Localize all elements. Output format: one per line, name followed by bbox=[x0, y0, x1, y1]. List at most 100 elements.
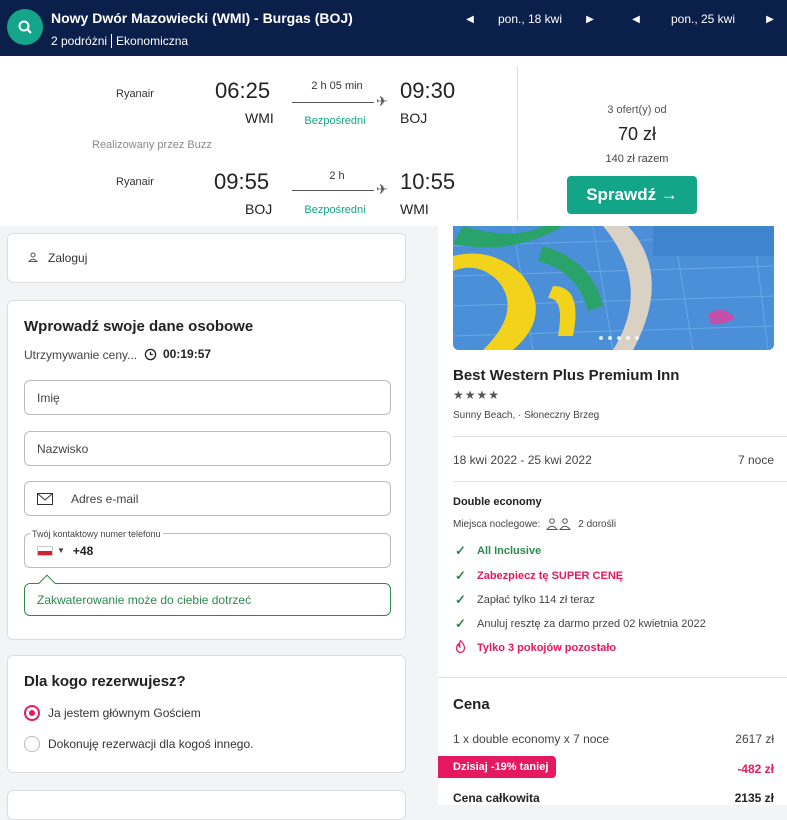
check-icon: ✓ bbox=[455, 616, 466, 631]
sleeping-places: Miejsca noclegowe: 2 dorośli bbox=[453, 518, 616, 530]
arrival-code: BOJ bbox=[400, 110, 428, 126]
price-hold-label: Utrzymywanie ceny... bbox=[24, 348, 138, 362]
route-line bbox=[292, 102, 374, 103]
arrival-code: WMI bbox=[400, 201, 429, 217]
trip-details: 2 podróżni Ekonomiczna bbox=[51, 34, 188, 48]
travellers-count: 2 podróżni bbox=[51, 34, 108, 48]
first-name-field[interactable]: Imię bbox=[24, 380, 391, 415]
direct-label: Bezpośredni bbox=[304, 204, 366, 216]
email-field[interactable]: Adres e-mail bbox=[24, 481, 391, 516]
prev-date-left-icon[interactable]: ◀ bbox=[626, 14, 646, 25]
return-date[interactable]: pon., 25 kwi bbox=[646, 12, 760, 26]
arrival-time: 10:55 bbox=[400, 169, 456, 194]
stay-nights: 7 noce bbox=[737, 453, 774, 467]
radio-main-guest-label[interactable]: Ja jestem głównym Gościem bbox=[48, 706, 201, 720]
operated-by: Realizowany przez Buzz bbox=[92, 139, 212, 151]
radio-other-guest[interactable] bbox=[24, 736, 40, 752]
route-title: Nowy Dwór Mazowiecki (WMI) - Burgas (BOJ… bbox=[51, 10, 353, 26]
inbound-leg: Ryanair 09:55 BOJ 2 h ✈ Bezpośredni 10:5… bbox=[0, 166, 517, 226]
scarcity-notice: Tylko 3 pokojów pozostało bbox=[455, 639, 617, 656]
outbound-date[interactable]: pon., 18 kwi bbox=[480, 12, 580, 26]
prev-date-left-icon[interactable]: ◀ bbox=[460, 14, 480, 25]
login-card[interactable]: Zaloguj bbox=[7, 233, 406, 283]
next-date-right-icon[interactable]: ▶ bbox=[580, 14, 600, 25]
search-header: Nowy Dwór Mazowiecki (WMI) - Burgas (BOJ… bbox=[0, 0, 787, 56]
adults-icon bbox=[546, 518, 572, 530]
direct-label: Bezpośredni bbox=[304, 115, 366, 127]
plane-icon: ✈ bbox=[376, 93, 388, 109]
last-name-field[interactable]: Nazwisko bbox=[24, 431, 391, 466]
hotel-photo[interactable] bbox=[453, 226, 774, 350]
feature-text: Anuluj resztę za darmo przed 02 kwietnia… bbox=[477, 618, 706, 630]
outbound-leg: Ryanair 06:25 WMI 2 h 05 min ✈ Bezpośred… bbox=[0, 76, 517, 136]
price-line: 1 x double economy x 7 noce 2617 zł bbox=[453, 732, 774, 746]
flame-icon bbox=[455, 639, 469, 656]
divider bbox=[453, 436, 787, 437]
price-total-value: 2135 zł bbox=[734, 791, 774, 805]
carousel-dots[interactable] bbox=[599, 336, 639, 340]
personal-details-form: Wprowadź swoje dane osobowe Utrzymywanie… bbox=[7, 300, 406, 640]
feature-text: All Inclusive bbox=[477, 545, 542, 557]
price-line-label: 1 x double economy x 7 noce bbox=[453, 732, 610, 746]
departure-code: BOJ bbox=[245, 201, 273, 217]
beds-value: 2 dorośli bbox=[578, 518, 617, 530]
flight-total: 140 zł razem bbox=[605, 153, 669, 165]
email-placeholder: Adres e-mail bbox=[71, 491, 139, 506]
contact-notice: Zakwaterowanie może do ciebie dotrzeć bbox=[24, 583, 391, 616]
waterslide-image bbox=[453, 226, 774, 350]
chevron-down-icon[interactable]: ▼ bbox=[57, 546, 65, 555]
timer-value: 00:19:57 bbox=[163, 347, 212, 361]
login-label: Zaloguj bbox=[48, 251, 88, 265]
hotel-location: Sunny Beach, · Słoneczny Brzeg bbox=[453, 410, 600, 421]
room-type: Double economy bbox=[453, 496, 542, 508]
feature-pay-now: ✓ Zapłać tylko 114 zł teraz bbox=[455, 592, 595, 608]
offers-count: 3 ofert(y) od bbox=[607, 104, 667, 116]
airline-name: Ryanair bbox=[116, 88, 154, 100]
divider bbox=[453, 481, 787, 482]
arrival-time: 09:30 bbox=[400, 78, 456, 103]
hotel-stars: ★★★★ bbox=[453, 388, 501, 402]
beds-label: Miejsca noclegowe: bbox=[453, 518, 541, 530]
hotel-name[interactable]: Best Western Plus Premium Inn bbox=[453, 367, 679, 384]
price-total-label: Cena całkowita bbox=[453, 791, 540, 805]
check-icon: ✓ bbox=[455, 592, 466, 607]
section-title: Wprowadź swoje dane osobowe bbox=[24, 318, 254, 335]
flight-duration: 2 h bbox=[329, 170, 345, 182]
check-button[interactable]: Sprawdź → bbox=[567, 176, 697, 214]
discount-value: -482 zł bbox=[737, 762, 774, 776]
flight-price: 70 zł bbox=[617, 124, 657, 144]
route-line bbox=[292, 190, 374, 191]
feature-all-inclusive: ✓ All Inclusive bbox=[455, 543, 541, 559]
search-button[interactable] bbox=[7, 9, 43, 45]
cabin-class: Ekonomiczna bbox=[116, 34, 189, 48]
price-hold-timer: 00:19:57 bbox=[144, 347, 211, 361]
feature-text: Zapłać tylko 114 zł teraz bbox=[477, 594, 595, 606]
user-icon bbox=[27, 251, 39, 265]
radio-main-guest[interactable] bbox=[24, 705, 40, 721]
stay-dates: 18 kwi 2022 - 25 kwi 2022 bbox=[453, 453, 592, 467]
clock-icon bbox=[144, 348, 157, 360]
discount-badge: Dzisiaj -19% taniej bbox=[438, 756, 557, 778]
phone-prefix: +48 bbox=[72, 543, 94, 558]
check-icon: ✓ bbox=[455, 543, 466, 558]
check-icon: ✓ bbox=[455, 568, 466, 583]
scarcity-text: Tylko 3 pokojów pozostało bbox=[477, 642, 617, 654]
outbound-date-picker: ◀ pon., 18 kwi ▶ bbox=[460, 12, 600, 26]
price-line-value: 2617 zł bbox=[735, 732, 774, 746]
departure-code: WMI bbox=[245, 110, 274, 126]
radio-other-guest-label[interactable]: Dokonuję rezerwacji dla kogoś innego. bbox=[48, 737, 253, 751]
next-date-right-icon[interactable]: ▶ bbox=[760, 14, 780, 25]
feature-free-cancel: ✓ Anuluj resztę za darmo przed 02 kwietni… bbox=[455, 616, 706, 632]
return-date-picker: ◀ pon., 25 kwi ▶ bbox=[626, 12, 780, 26]
flight-summary: Ryanair 06:25 WMI 2 h 05 min ✈ Bezpośred… bbox=[0, 56, 787, 226]
envelope-icon bbox=[37, 492, 53, 505]
divider bbox=[438, 677, 787, 678]
plane-icon: ✈ bbox=[376, 181, 388, 197]
poland-flag-icon bbox=[37, 545, 53, 556]
booking-for-card: Dla kogo rezerwujesz? Ja jestem głównym … bbox=[7, 655, 406, 773]
feature-super-price: ✓ Zabezpiecz tę SUPER CENĘ bbox=[455, 568, 623, 584]
search-icon bbox=[18, 20, 32, 34]
price-title: Cena bbox=[453, 696, 490, 713]
price-total: Cena całkowita 2135 zł bbox=[453, 791, 774, 805]
airline-name: Ryanair bbox=[116, 176, 154, 188]
